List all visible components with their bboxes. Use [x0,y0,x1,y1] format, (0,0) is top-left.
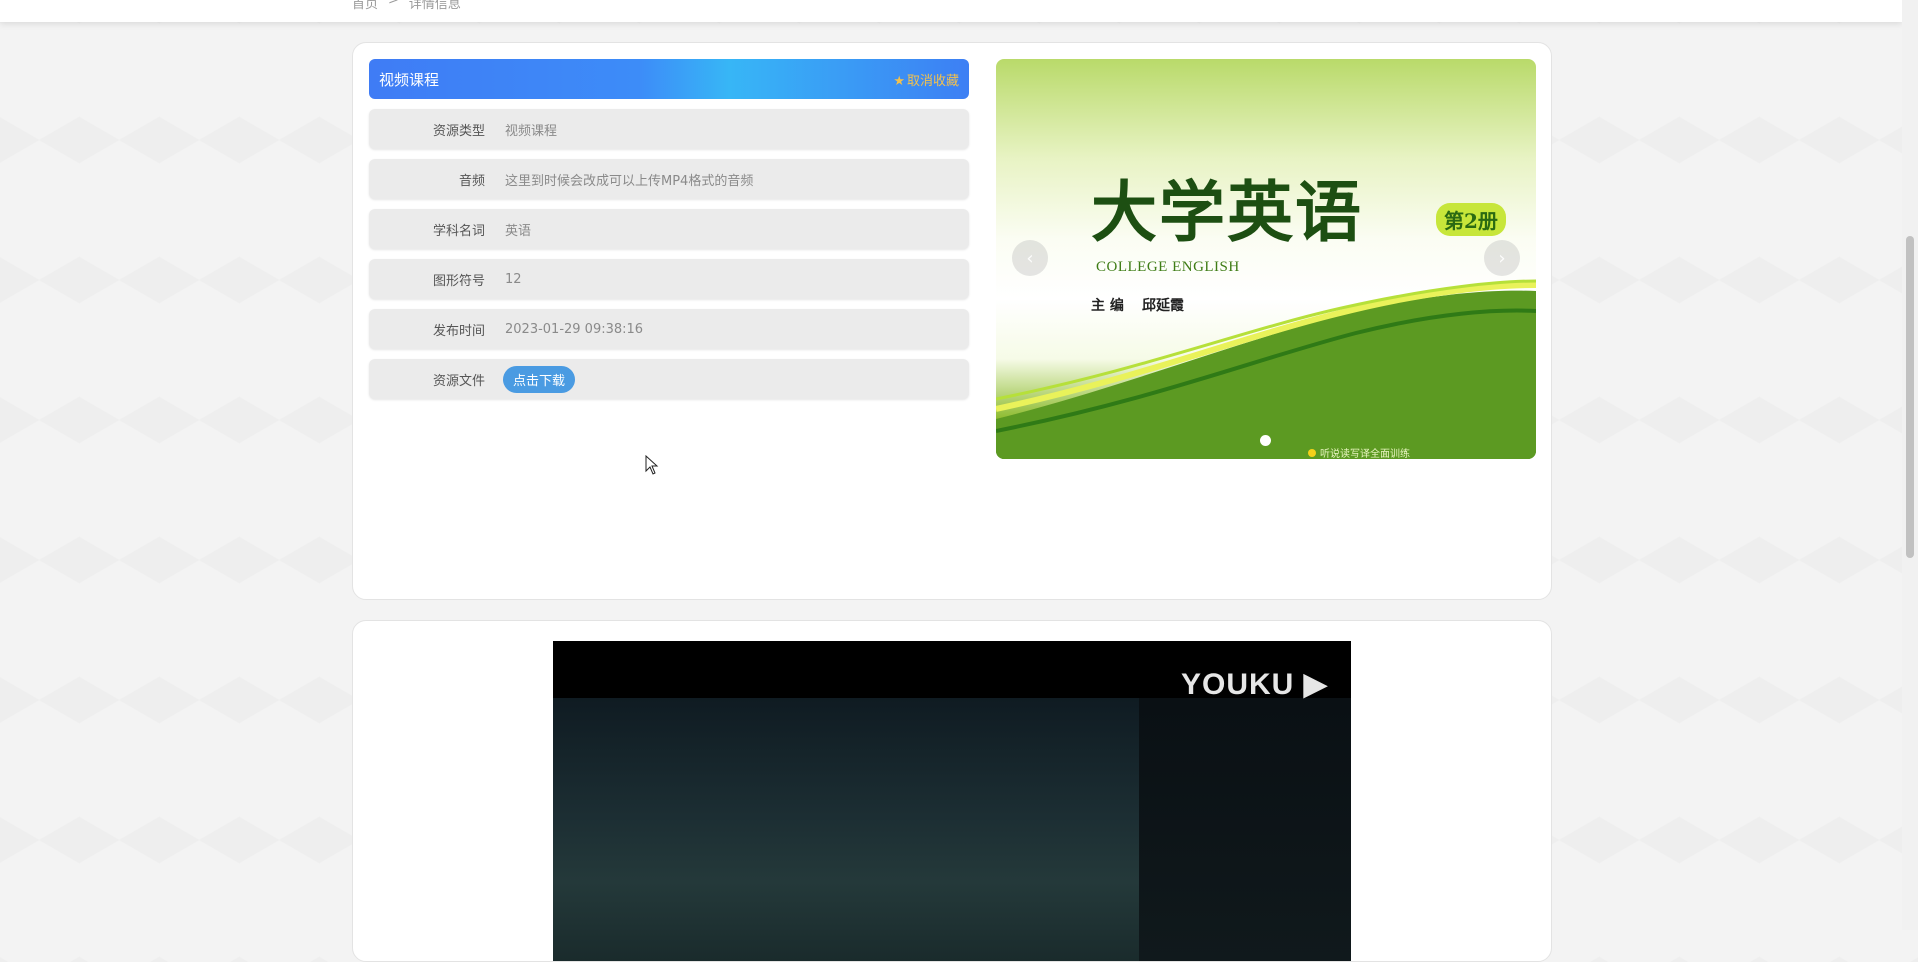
cover-volume: 第2册 [1436,203,1506,236]
youku-logo: YOUKU ▶ [1181,667,1328,702]
cover-editor-label: 主 编 [1091,298,1124,314]
cover-editor-name: 邱延霞 [1142,298,1184,314]
info-label: 发布时间 [432,323,485,339]
tagline-dot-icon [1308,448,1316,457]
breadcrumb-current: 详情信息 [408,0,461,12]
info-value: 视频课程 [505,123,558,139]
cover-tagline: 听说读写译全面训练 [1308,445,1410,459]
cover-english-title: COLLEGE ENGLISH [1096,259,1240,275]
info-label: 资源文件 [432,373,485,389]
info-list: 资源类型 视频课程 音频 这里到时候会改成可以上传MP4格式的音频 学科名词 英… [369,109,969,409]
info-value: 这里到时候会改成可以上传MP4格式的音频 [505,173,754,189]
carousel-indicator-dot[interactable] [1260,435,1271,446]
breadcrumb-separator: > [388,0,399,8]
youku-logo-text: YOUKU [1181,668,1295,701]
download-button[interactable]: 点击下载 [503,365,576,393]
info-row-symbol: 图形符号 12 [369,259,969,299]
cover-tagline-text: 听说读写译全面训练 [1320,449,1410,459]
unfavorite-label: 取消收藏 [906,73,959,89]
cover-wave-graphic [996,279,1536,459]
info-value: 英语 [505,223,532,239]
info-label: 图形符号 [432,273,485,289]
info-value: 2023-01-29 09:38:16 [505,321,644,337]
video-frame [553,698,1139,961]
breadcrumb: 首页 > 详情信息 [352,0,461,12]
page-scrollbar[interactable] [1902,0,1918,930]
info-row-resource-file: 资源文件 点击下载 [369,359,969,399]
breadcrumb-home[interactable]: 首页 [352,0,378,12]
info-row-subject: 学科名词 英语 [369,209,969,249]
info-label: 资源类型 [432,123,485,139]
info-row-audio: 音频 这里到时候会改成可以上传MP4格式的音频 [369,159,969,199]
play-triangle-icon: ▶ [1303,668,1328,701]
video-player[interactable]: YOUKU ▶ [553,641,1351,961]
carousel-next-button[interactable]: › [1484,240,1520,276]
video-card: YOUKU ▶ [352,620,1552,962]
info-value: 12 [505,271,522,287]
info-row-resource-type: 资源类型 视频课程 [369,109,969,149]
detail-title: 视频课程 [379,70,440,89]
info-label: 学科名词 [432,223,485,239]
chevron-left-icon: ‹ [1026,247,1034,269]
detail-card: 视频课程 ★ 取消收藏 资源类型 视频课程 音频 这里到时候会改成可以上传MP4格… [352,42,1552,600]
info-row-publish-time: 发布时间 2023-01-29 09:38:16 [369,309,969,349]
carousel-prev-button[interactable]: ‹ [1012,240,1048,276]
chevron-right-icon: › [1498,247,1506,269]
info-label: 音频 [458,173,485,189]
image-carousel[interactable]: 大学英语 第2册 COLLEGE ENGLISH 主 编 邱延霞 听说读写译全面… [996,59,1536,459]
video-frame-dark [1139,698,1351,961]
mouse-cursor-icon [645,455,659,475]
unfavorite-button[interactable]: ★ 取消收藏 [893,70,959,89]
top-bar: 首页 > 详情信息 [0,0,1902,22]
star-icon: ★ [893,73,905,89]
cover-title: 大学英语 [1091,173,1363,251]
detail-title-bar: 视频课程 ★ 取消收藏 [369,59,969,99]
scrollbar-thumb[interactable] [1906,236,1914,558]
